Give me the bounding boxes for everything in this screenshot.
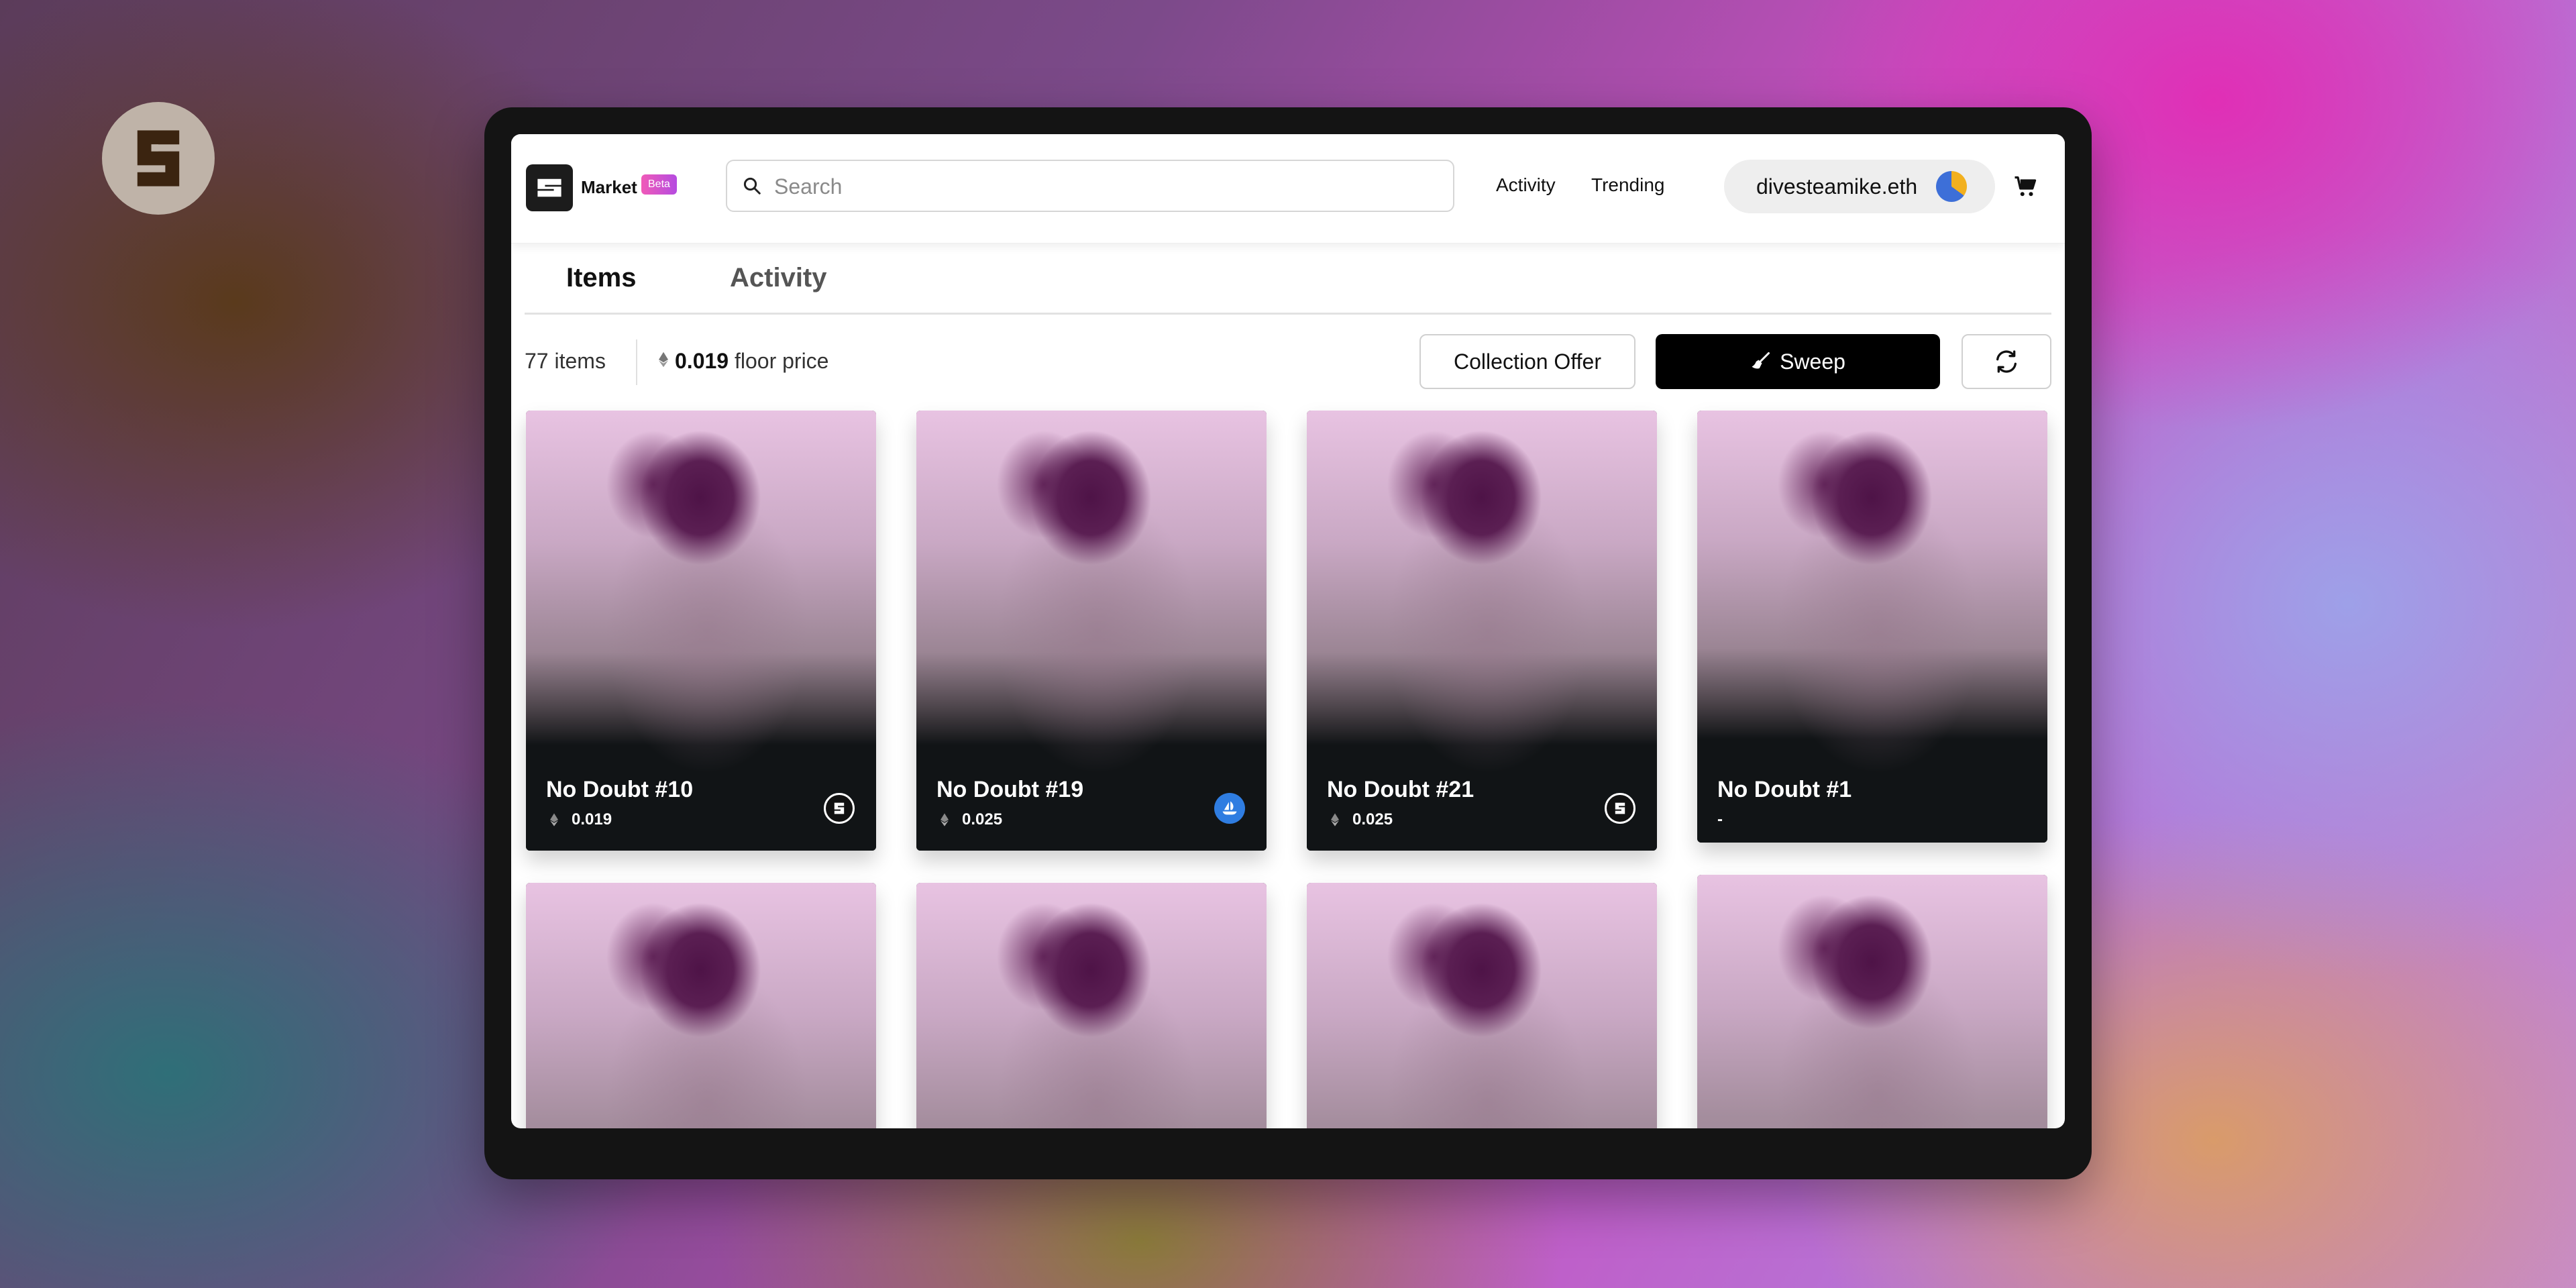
- nft-card[interactable]: No Doubt #10 0.019: [526, 411, 876, 851]
- app-screen: Market Beta Activity Trending divesteami…: [511, 134, 2065, 1128]
- app-title: Market: [581, 177, 637, 197]
- sudoswap-s-icon: [1615, 802, 1625, 814]
- sweep-label: Sweep: [1780, 349, 1845, 374]
- nft-title: No Doubt #10: [546, 777, 694, 802]
- sudoswap-marketplace-icon[interactable]: [824, 793, 855, 824]
- nft-card[interactable]: No Doubt #19 0.025: [916, 411, 1267, 851]
- wallet-button[interactable]: divesteamike.eth: [1724, 160, 1995, 213]
- eth-icon: [659, 352, 668, 368]
- broom-icon: [1752, 352, 1770, 369]
- collection-offer-button[interactable]: Collection Offer: [1419, 334, 1635, 389]
- app-logo[interactable]: [526, 164, 573, 211]
- nft-card[interactable]: [916, 883, 1267, 1128]
- cart-icon[interactable]: [2014, 174, 2038, 199]
- search-icon: [743, 177, 761, 195]
- sweep-button[interactable]: Sweep: [1656, 334, 1940, 389]
- nft-card[interactable]: No Doubt #21 0.025: [1307, 411, 1657, 851]
- nft-price: 0.025: [962, 810, 1003, 828]
- search-input[interactable]: [773, 161, 1440, 212]
- floor-label: floor price: [734, 349, 829, 373]
- wallet-name: divesteamike.eth: [1756, 174, 1918, 199]
- eth-icon: [550, 813, 558, 826]
- nft-price: 0.019: [572, 810, 612, 828]
- sudoswap-logo: [102, 102, 215, 215]
- nft-price: -: [1717, 810, 1723, 828]
- nft-title: No Doubt #1: [1717, 777, 1852, 802]
- nav-link-trending[interactable]: Trending: [1591, 174, 1664, 196]
- floor-value: 0.019: [675, 349, 729, 373]
- nft-card[interactable]: No Doubt #1 -: [1697, 411, 2047, 843]
- tablet-frame: Market Beta Activity Trending divesteami…: [484, 107, 2092, 1179]
- nft-title: No Doubt #19: [936, 777, 1084, 802]
- sudoswap-marketplace-icon[interactable]: [1605, 793, 1635, 824]
- nft-price: 0.025: [1352, 810, 1393, 828]
- tab-items[interactable]: Items: [566, 263, 637, 293]
- tab-activity[interactable]: Activity: [730, 263, 827, 293]
- sudoswap-s-icon: [834, 802, 845, 814]
- sudoswap-s-icon: [537, 178, 561, 197]
- beta-badge: Beta: [641, 174, 677, 195]
- nft-image: [1307, 883, 1657, 1128]
- nft-image: [916, 883, 1267, 1128]
- items-count: 77 items: [525, 349, 606, 373]
- nft-card[interactable]: [526, 883, 876, 1128]
- nav-link-activity[interactable]: Activity: [1496, 174, 1556, 196]
- search-bar[interactable]: [726, 160, 1454, 212]
- nft-image: [1697, 875, 2047, 1128]
- eth-icon: [1331, 813, 1339, 826]
- floor-price: 0.019 floor price: [659, 349, 829, 374]
- toolbar-divider: [636, 339, 637, 385]
- refresh-icon: [1996, 350, 2017, 373]
- refresh-button[interactable]: [1962, 334, 2051, 389]
- top-navigation-bar: Market Beta Activity Trending divesteami…: [511, 134, 2065, 244]
- nft-image: [526, 883, 876, 1128]
- opensea-marketplace-icon[interactable]: [1214, 793, 1245, 824]
- nft-card[interactable]: [1307, 883, 1657, 1128]
- eth-icon: [941, 813, 949, 826]
- nft-title: No Doubt #21: [1327, 777, 1474, 802]
- opensea-ship-icon: [1222, 801, 1237, 815]
- sudoswap-s-icon: [137, 130, 180, 186]
- nft-card[interactable]: [1697, 875, 2047, 1128]
- tab-bar: Items Activity: [525, 243, 2051, 315]
- wallet-avatar: [1936, 171, 1967, 202]
